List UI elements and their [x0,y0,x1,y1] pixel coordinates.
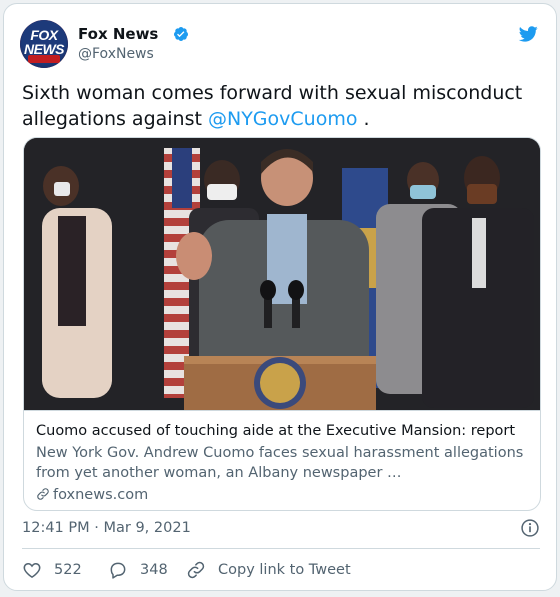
link-card-domain: foxnews.com [36,485,148,505]
link-icon [187,561,205,579]
author-name[interactable]: Fox News [78,24,158,44]
tweet-timestamp[interactable]: 12:41 PM · Mar 9, 2021 [22,518,191,538]
copy-link-button[interactable]: Copy link to Tweet [186,558,366,582]
tweet-card: FOX NEWS Fox News @FoxNews Sixth woman co… [3,3,557,591]
link-card-title[interactable]: Cuomo accused of touching aide at the Ex… [36,421,515,441]
reply-button[interactable]: 348 [108,558,188,582]
avatar[interactable]: FOX NEWS [20,20,68,68]
reply-icon [110,562,126,579]
tweet-text-tail: . [357,108,370,130]
like-count: 522 [54,562,82,578]
link-card-description: New York Gov. Andrew Cuomo faces sexual … [36,445,524,481]
copy-link-label: Copy link to Tweet [218,562,351,578]
press-conference-photo[interactable] [24,138,541,410]
divider [22,548,540,549]
link-icon [37,488,49,500]
heart-icon [23,562,41,578]
link-domain-text: foxnews.com [53,487,149,503]
tweet-text: Sixth woman comes forward with sexual mi… [22,80,542,132]
mention-link[interactable]: @NYGovCuomo [208,108,357,130]
fox-news-logo: FOX NEWS [24,27,65,57]
like-button[interactable]: 522 [22,558,102,582]
link-card-info[interactable]: Cuomo accused of touching aide at the Ex… [24,410,540,510]
twitter-bird-icon[interactable] [516,24,540,44]
info-icon[interactable] [520,518,540,538]
reply-count: 348 [140,562,168,578]
author-handle[interactable]: @FoxNews [78,45,154,63]
verified-badge-icon [173,27,188,41]
tweet-header: FOX NEWS Fox News @FoxNews [20,20,540,68]
link-card[interactable]: Cuomo accused of touching aide at the Ex… [23,137,541,511]
